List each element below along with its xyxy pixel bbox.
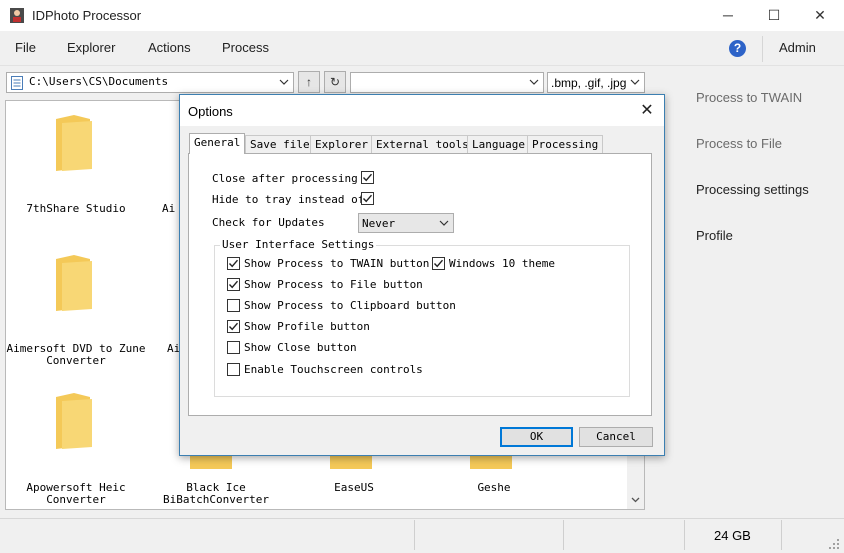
- show-clipboard-label: Show Process to Clipboard button: [244, 299, 456, 312]
- show-file-checkbox[interactable]: [227, 278, 240, 291]
- check-icon: [362, 194, 373, 203]
- path-value: C:\Users\CS\Documents: [29, 75, 169, 88]
- status-divider: [684, 520, 685, 550]
- menu-actions[interactable]: Actions: [148, 40, 191, 55]
- extension-combo[interactable]: .bmp, .gif, .jpg: [547, 72, 645, 93]
- tab-general[interactable]: General: [189, 133, 246, 154]
- dialog-title-bar: Options ✕: [180, 95, 664, 126]
- process-file-link[interactable]: Process to File: [696, 136, 782, 151]
- menu-admin[interactable]: Admin: [779, 40, 816, 55]
- refresh-button[interactable]: ↻: [324, 71, 346, 93]
- hide-to-tray-checkbox[interactable]: [361, 192, 374, 205]
- chevron-down-icon: [439, 220, 449, 226]
- file-label[interactable]: EaseUS: [284, 482, 424, 494]
- check-updates-value: Never: [362, 217, 396, 230]
- up-folder-button[interactable]: ↑: [298, 71, 320, 93]
- folder-icon[interactable]: [48, 113, 98, 173]
- file-label[interactable]: Geshe: [424, 482, 564, 494]
- tab-processing[interactable]: Processing: [527, 135, 604, 153]
- file-label[interactable]: Aimersoft DVD to Zune Converter: [6, 343, 146, 367]
- menu-bar: File Explorer Actions Process Admin: [0, 31, 844, 66]
- tab-save-file[interactable]: Save file: [245, 135, 315, 153]
- dialog-close-button[interactable]: ✕: [636, 100, 658, 122]
- extension-value: .bmp, .gif, .jpg: [551, 76, 627, 90]
- check-icon: [228, 280, 239, 289]
- close-after-processing-checkbox[interactable]: [361, 171, 374, 184]
- check-updates-label: Check for Updates: [212, 216, 325, 229]
- tab-explorer[interactable]: Explorer: [310, 135, 373, 153]
- tab-external-tools[interactable]: External tools: [371, 135, 474, 153]
- chevron-down-icon[interactable]: [631, 495, 640, 504]
- process-twain-link[interactable]: Process to TWAIN: [696, 90, 802, 105]
- status-divider: [414, 520, 415, 550]
- show-profile-checkbox[interactable]: [227, 320, 240, 333]
- chevron-down-icon: [529, 79, 539, 85]
- status-divider: [563, 520, 564, 550]
- hide-to-tray-label: Hide to tray instead of: [212, 193, 365, 206]
- file-label[interactable]: Black Ice BiBatchConverter: [146, 482, 286, 506]
- options-dialog: Options ✕ General Save file Explorer Ext…: [179, 94, 665, 456]
- dialog-title: Options: [188, 104, 233, 119]
- touchscreen-checkbox[interactable]: [227, 363, 240, 376]
- chevron-down-icon: [279, 79, 289, 85]
- ok-button[interactable]: OK: [500, 427, 573, 447]
- close-button[interactable]: ✕: [797, 0, 843, 31]
- tab-language[interactable]: Language: [467, 135, 530, 153]
- file-label[interactable]: Apowersoft Heic Converter: [6, 482, 146, 506]
- menu-file[interactable]: File: [15, 40, 36, 55]
- disk-space: 24 GB: [714, 528, 751, 543]
- folder-icon[interactable]: [48, 391, 98, 451]
- status-divider: [781, 520, 782, 550]
- help-icon[interactable]: ?: [729, 40, 746, 57]
- show-twain-checkbox[interactable]: [227, 257, 240, 270]
- app-icon: [10, 8, 24, 23]
- show-close-checkbox[interactable]: [227, 341, 240, 354]
- show-twain-label: Show Process to TWAIN button: [244, 257, 430, 270]
- check-icon: [362, 173, 373, 182]
- check-updates-select[interactable]: Never: [358, 213, 454, 233]
- window-title: IDPhoto Processor: [32, 8, 142, 23]
- minimize-button[interactable]: ─: [705, 0, 751, 31]
- windows10-theme-label: Windows 10 theme: [449, 257, 555, 270]
- title-bar: IDPhoto Processor ─ ☐ ✕: [0, 0, 844, 31]
- check-icon: [433, 259, 444, 268]
- document-icon: [11, 76, 23, 90]
- chevron-down-icon: [630, 79, 640, 85]
- check-icon: [228, 322, 239, 331]
- path-combo[interactable]: C:\Users\CS\Documents: [6, 72, 294, 93]
- show-clipboard-checkbox[interactable]: [227, 299, 240, 312]
- check-icon: [228, 259, 239, 268]
- show-file-label: Show Process to File button: [244, 278, 423, 291]
- filter-combo[interactable]: [350, 72, 544, 93]
- processing-settings-link[interactable]: Processing settings: [696, 182, 809, 197]
- show-profile-label: Show Profile button: [244, 320, 370, 333]
- maximize-button[interactable]: ☐: [751, 0, 797, 31]
- folder-icon[interactable]: [48, 253, 98, 313]
- ui-settings-title: User Interface Settings: [220, 238, 377, 251]
- menu-explorer[interactable]: Explorer: [67, 40, 115, 55]
- touchscreen-label: Enable Touchscreen controls: [244, 363, 423, 376]
- menu-divider: [762, 36, 763, 62]
- menu-process[interactable]: Process: [222, 40, 269, 55]
- close-after-processing-label: Close after processing: [212, 172, 358, 185]
- cancel-button[interactable]: Cancel: [579, 427, 653, 447]
- windows10-theme-checkbox[interactable]: [432, 257, 445, 270]
- resize-grip-icon[interactable]: [828, 538, 840, 550]
- file-label[interactable]: 7thShare Studio: [6, 203, 146, 215]
- show-close-label: Show Close button: [244, 341, 357, 354]
- profile-link[interactable]: Profile: [696, 228, 733, 243]
